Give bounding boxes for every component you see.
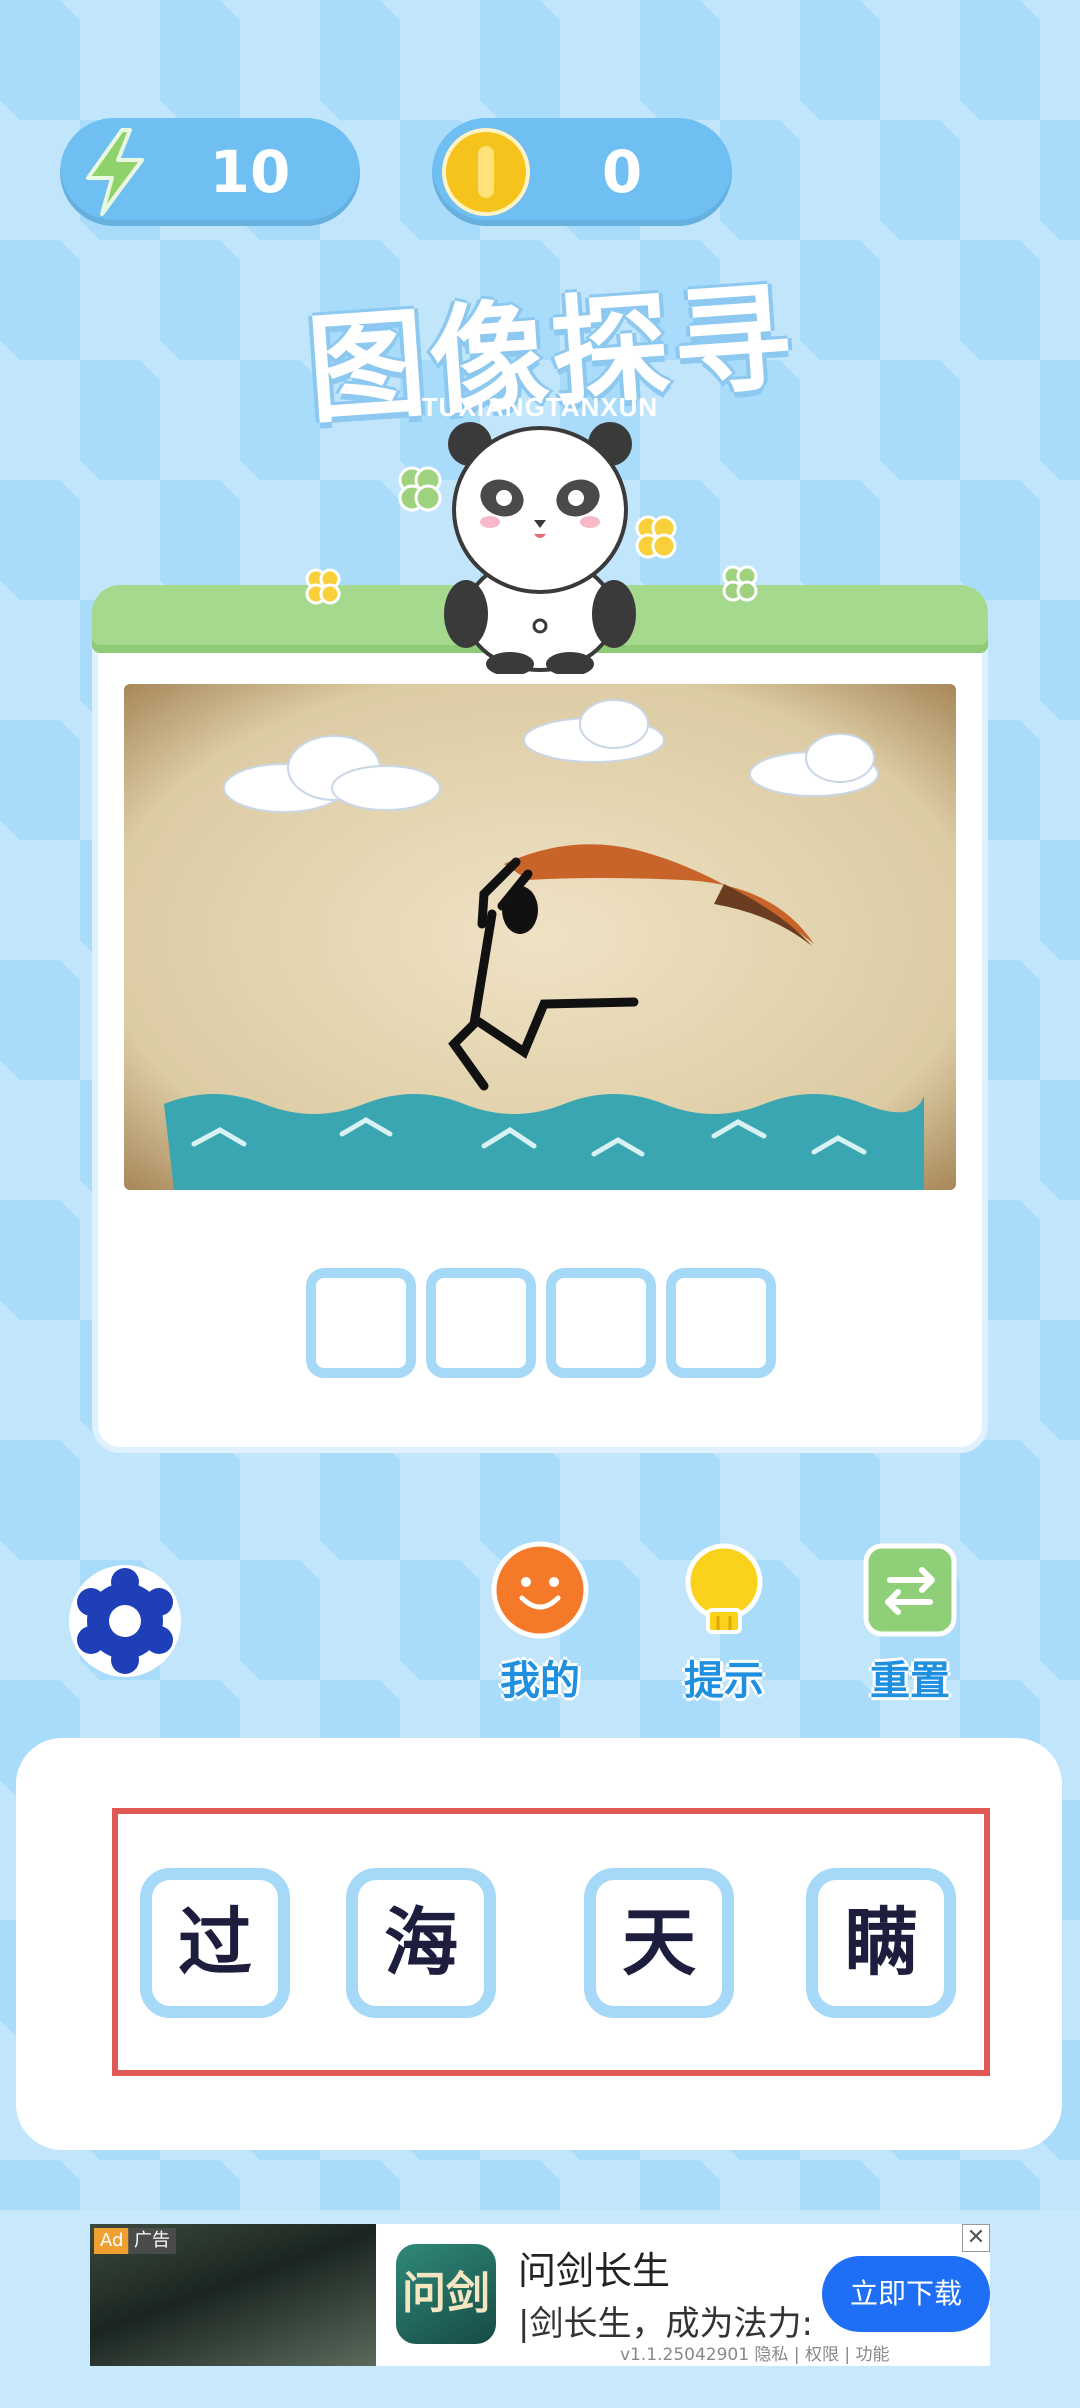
lightbulb-icon bbox=[685, 1543, 763, 1634]
coin-icon bbox=[442, 128, 530, 216]
energy-counter: 10 bbox=[60, 118, 360, 226]
coin-counter: 0 bbox=[432, 118, 732, 226]
ad-label: 广告 bbox=[128, 2228, 176, 2254]
hint-label: 提示 bbox=[684, 1658, 764, 1704]
gear-icon bbox=[69, 1565, 181, 1677]
answer-slot[interactable] bbox=[426, 1268, 536, 1378]
energy-value: 10 bbox=[209, 138, 291, 206]
settings-button[interactable] bbox=[66, 1562, 184, 1680]
hint-button[interactable]: 提示 bbox=[664, 1540, 784, 1706]
smiley-icon bbox=[491, 1541, 589, 1639]
answer-slots bbox=[306, 1268, 776, 1378]
panda-mascot bbox=[444, 422, 636, 674]
flower-decoration-icon bbox=[305, 568, 341, 605]
reset-label: 重置 bbox=[870, 1658, 950, 1704]
mine-label: 我的 bbox=[500, 1658, 580, 1704]
ad-download-button[interactable]: 立即下载 bbox=[822, 2256, 990, 2332]
answer-slot[interactable] bbox=[306, 1268, 416, 1378]
clover-decoration-icon bbox=[722, 565, 758, 602]
puzzle-image bbox=[124, 684, 956, 1190]
coin-value: 0 bbox=[601, 138, 643, 206]
ad-app-icon[interactable]: 问剑 bbox=[396, 2244, 496, 2344]
answer-slot[interactable] bbox=[666, 1268, 776, 1378]
choice-tile[interactable]: 过 bbox=[140, 1868, 290, 2018]
choice-tile[interactable]: 天 bbox=[584, 1868, 734, 2018]
answer-slot[interactable] bbox=[546, 1268, 656, 1378]
lightning-icon bbox=[86, 128, 144, 216]
swap-icon bbox=[863, 1543, 957, 1637]
choice-tile[interactable]: 瞒 bbox=[806, 1868, 956, 2018]
ad-meta[interactable]: v1.1.25042901 隐私 | 权限 | 功能 bbox=[620, 2340, 890, 2365]
choice-tile[interactable]: 海 bbox=[346, 1868, 496, 2018]
ad-close-icon[interactable]: ✕ bbox=[962, 2224, 990, 2252]
mine-button[interactable]: 我的 bbox=[480, 1540, 600, 1706]
ad-tag: Ad bbox=[94, 2228, 130, 2254]
ad-title[interactable]: 问剑长生 bbox=[518, 2240, 670, 2295]
reset-button[interactable]: 重置 bbox=[850, 1540, 970, 1706]
ad-banner[interactable]: Ad 广告 问剑 问剑长生 |剑长生，成为法力: v1.1.25042901 隐… bbox=[90, 2224, 990, 2366]
